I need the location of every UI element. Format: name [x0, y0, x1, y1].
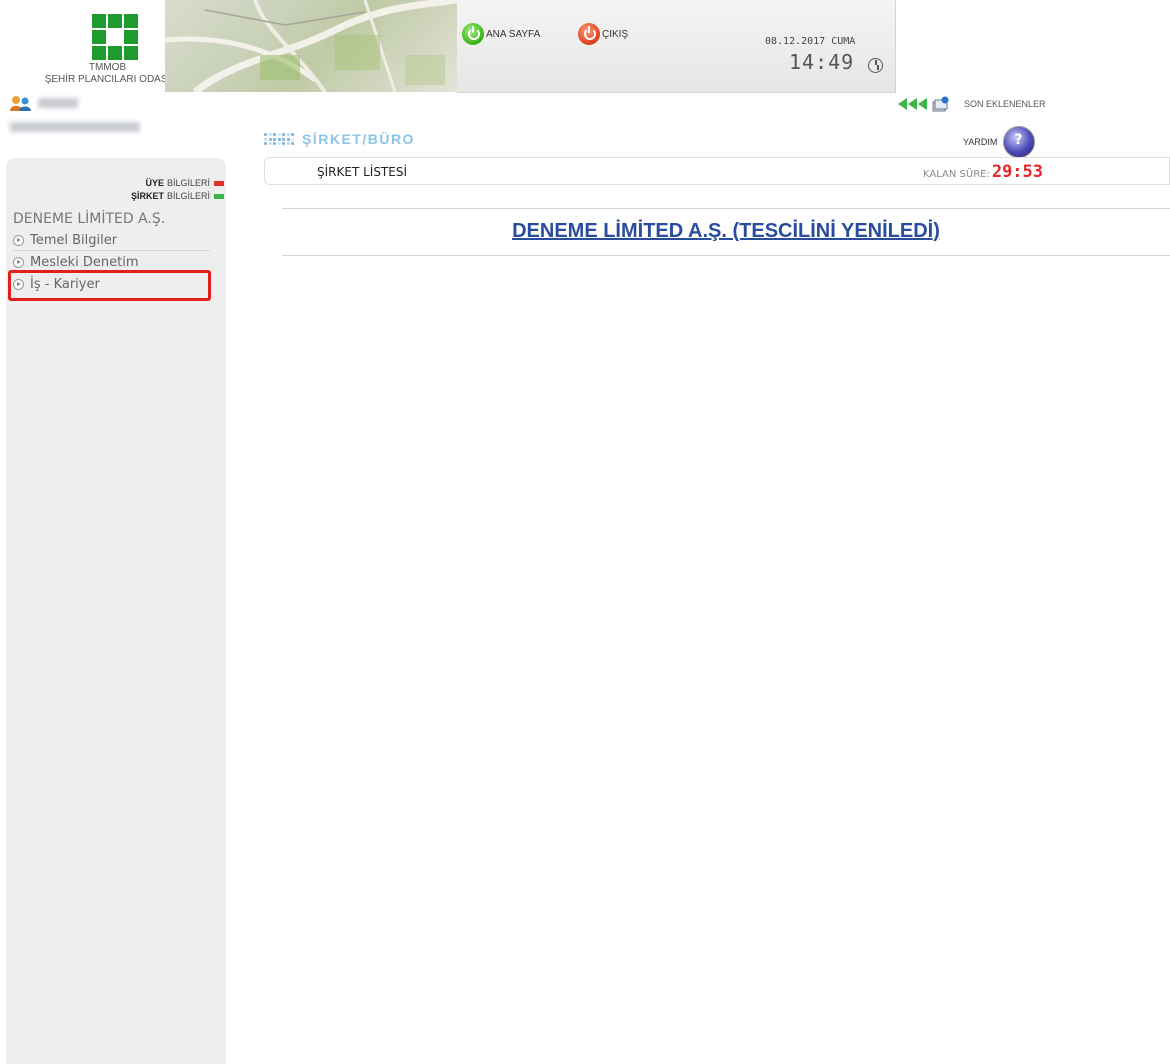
date-display: 08.12.2017 CUMA: [765, 36, 856, 47]
uye-bold: ÜYE: [145, 178, 164, 188]
help-icon: [1003, 126, 1036, 158]
power-red-icon: [578, 23, 600, 45]
menu-item-mesleki-denetim[interactable]: Mesleki Denetim: [13, 253, 210, 271]
logout-label: ÇIKIŞ: [602, 28, 629, 40]
session-timer: KALAN SÜRE: 29:53: [923, 162, 1043, 182]
session-timer-value: 29:53: [991, 162, 1044, 182]
red-swatch-icon: [214, 180, 224, 186]
section-header: ŞİRKET/BÜRO: [264, 131, 415, 147]
highlight-annotation: [8, 270, 211, 301]
menu-item-temel-bilgiler[interactable]: Temel Bilgiler: [13, 231, 210, 249]
arrow-circle-icon: [13, 234, 24, 246]
time-display: 14:49: [789, 50, 855, 74]
back-arrow-icon: [898, 98, 907, 110]
users-icon: [10, 96, 31, 111]
user-name-blurred: [38, 98, 78, 108]
session-timer-label: KALAN SÜRE:: [923, 169, 990, 180]
recent-items-icon: [932, 96, 949, 112]
sirket-rest: BİLGİLERİ: [166, 191, 210, 201]
breadcrumb-sirket-listesi[interactable]: ŞİRKET LİSTESİ: [317, 165, 407, 179]
menu-item-label: Mesleki Denetim: [30, 254, 139, 270]
home-button[interactable]: ANA SAYFA: [462, 22, 540, 46]
home-label: ANA SAYFA: [486, 28, 541, 40]
back-arrow-icon: [918, 98, 927, 110]
section-title: ŞİRKET/BÜRO: [302, 131, 415, 147]
nav-bar: ŞİRKET LİSTESİ KALAN SÜRE: 29:53: [264, 157, 1170, 185]
divider: [282, 208, 1170, 209]
green-swatch-icon: [214, 193, 224, 199]
clock-icon: [868, 58, 883, 73]
arrow-circle-icon: [13, 256, 24, 268]
uye-rest: BİLGİLERİ: [166, 178, 210, 188]
uye-bilgileri-link[interactable]: ÜYE BİLGİLERİ: [145, 178, 224, 188]
sirket-bold: ŞİRKET: [130, 191, 164, 201]
menu-divider: [13, 250, 210, 251]
company-title: DENEME LİMİTED A.Ş.: [13, 211, 166, 227]
menu-item-label: Temel Bilgiler: [30, 232, 118, 248]
sirket-bilgileri-link[interactable]: ŞİRKET BİLGİLERİ: [131, 191, 224, 201]
son-eklenenler-label: SON EKLENENLER: [964, 99, 1046, 109]
logout-button[interactable]: ÇIKIŞ: [578, 22, 628, 46]
son-eklenenler-link[interactable]: SON EKLENENLER: [898, 96, 1046, 112]
map-banner-image: [165, 0, 457, 92]
divider: [282, 255, 1170, 256]
power-green-icon: [462, 23, 484, 45]
dots-logo-icon: [264, 133, 294, 145]
back-arrow-icon: [908, 98, 917, 110]
company-detail-link[interactable]: DENEME LİMİTED A.Ş. (TESCİLİNİ YENİLEDİ): [282, 220, 1170, 243]
tmmob-logo-icon: [92, 14, 138, 60]
help-label: YARDIM: [963, 137, 998, 147]
user-id-blurred: [10, 122, 140, 132]
help-button[interactable]: YARDIM: [963, 126, 1036, 158]
